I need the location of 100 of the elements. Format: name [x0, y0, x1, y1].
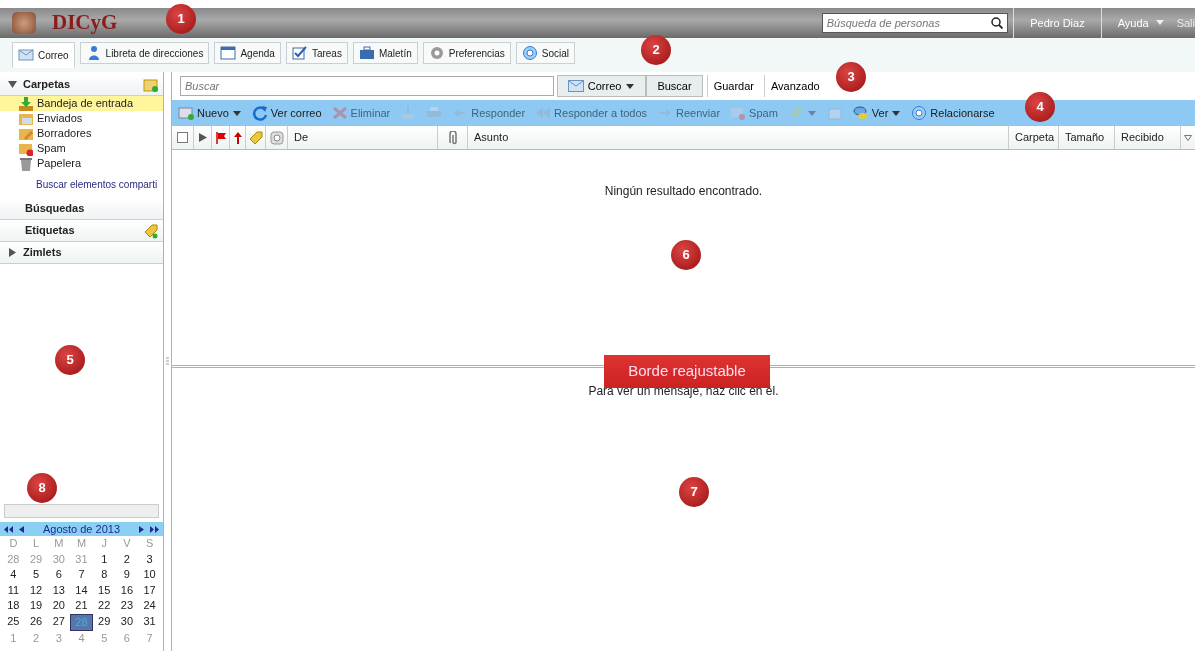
- calendar-day[interactable]: 13: [47, 582, 71, 598]
- calendar-day[interactable]: 9: [115, 567, 139, 583]
- calendar-day[interactable]: 19: [24, 598, 48, 614]
- calendar-day[interactable]: 10: [138, 567, 161, 583]
- search-action-button[interactable]: Avanzado: [764, 75, 826, 97]
- calendar-day[interactable]: 21: [70, 598, 93, 614]
- column-header[interactable]: Recibido: [1115, 126, 1181, 149]
- folder-item[interactable]: Papelera: [0, 156, 163, 171]
- tab[interactable]: Tareas: [285, 42, 348, 64]
- search-icon[interactable]: [990, 17, 1003, 29]
- tab[interactable]: Agenda: [214, 42, 281, 64]
- caret-icon[interactable]: [231, 109, 242, 117]
- attachment-icon[interactable]: [446, 130, 459, 145]
- search-action-button[interactable]: Guardar: [706, 75, 760, 97]
- collapse-arrow-icon[interactable]: [8, 80, 17, 89]
- callout-marker: 7: [679, 477, 709, 507]
- calendar-day[interactable]: 30: [115, 613, 139, 631]
- previous-year-icon[interactable]: [4, 525, 13, 533]
- settings-icon: [428, 45, 445, 61]
- calendar-day[interactable]: 18: [2, 598, 25, 614]
- calendar-day[interactable]: 11: [2, 582, 25, 598]
- priority-arrow-icon[interactable]: [233, 131, 242, 144]
- calendar-day[interactable]: 14: [70, 582, 93, 598]
- calendar-day[interactable]: 15: [92, 582, 116, 598]
- calendar-day[interactable]: 25: [2, 613, 25, 631]
- speech-bubbles-icon: [852, 105, 869, 121]
- calendar-day[interactable]: 22: [92, 598, 116, 614]
- select-all-checkbox[interactable]: [177, 132, 188, 143]
- calendar-day[interactable]: 6: [47, 567, 71, 583]
- calendar-day[interactable]: 2: [115, 551, 139, 567]
- column-header[interactable]: De: [288, 126, 438, 149]
- radio-icon: [521, 45, 538, 61]
- tab[interactable]: Maletín: [352, 42, 418, 64]
- new-message-icon: [178, 105, 194, 121]
- calendar-day[interactable]: 12: [24, 582, 48, 598]
- calendar-day[interactable]: 16: [115, 582, 139, 598]
- search-shared-link[interactable]: Buscar elementos comparti: [0, 171, 158, 198]
- folder-item[interactable]: Borradores: [0, 126, 163, 141]
- tray-icon: [400, 105, 417, 121]
- toolbar-button[interactable]: Nuevo: [178, 104, 242, 122]
- calendar-day[interactable]: 24: [138, 598, 161, 614]
- splitter-grip-icon[interactable]: [166, 356, 169, 367]
- weekday-label: D: [8, 536, 19, 551]
- previous-month-icon[interactable]: [18, 525, 24, 533]
- toolbar-button[interactable]: Ver correo: [251, 104, 322, 122]
- calendar-day[interactable]: 17: [138, 582, 161, 598]
- calendar-day[interactable]: 29: [92, 613, 116, 631]
- calendar-day[interactable]: 5: [24, 567, 48, 583]
- calendar-title: Agosto de 2013: [42, 522, 121, 537]
- calendar-day[interactable]: 27: [47, 613, 71, 631]
- toolbar-button[interactable]: Ver: [852, 104, 902, 122]
- tab[interactable]: Libreta de direcciones: [79, 42, 210, 64]
- callout-marker: 3: [836, 62, 866, 92]
- search-field[interactable]: Buscar: [180, 76, 554, 96]
- folder-item[interactable]: Spam: [0, 141, 163, 156]
- checkbox-icon: [291, 45, 308, 61]
- weekday-label: V: [122, 536, 132, 551]
- refresh-icon: [251, 105, 268, 121]
- tab[interactable]: Preferencias: [422, 42, 511, 64]
- tab[interactable]: Social: [515, 42, 576, 64]
- weekday-label: M: [53, 536, 65, 551]
- calendar-day[interactable]: 20: [47, 598, 71, 614]
- expand-arrow-icon[interactable]: [198, 133, 207, 142]
- folder-item[interactable]: Enviados: [0, 111, 163, 126]
- next-year-icon[interactable]: [150, 525, 159, 533]
- calendar-day[interactable]: 23: [115, 598, 139, 614]
- trash-icon: [18, 156, 33, 171]
- calendar-day[interactable]: 1: [92, 551, 116, 567]
- search-button[interactable]: Buscar: [646, 75, 703, 97]
- tag-icon[interactable]: [248, 130, 263, 145]
- calendar-day[interactable]: 31: [138, 613, 161, 631]
- people-search-field[interactable]: Búsqueda de personas: [821, 13, 1008, 33]
- caret-icon[interactable]: [891, 109, 902, 117]
- scope-dropdown[interactable]: Correo: [556, 75, 647, 97]
- calendar-day[interactable]: 26: [24, 613, 48, 631]
- column-header[interactable]: Asunto: [468, 126, 1009, 149]
- calendar-day[interactable]: 7: [70, 567, 93, 583]
- column-header[interactable]: Tamaño: [1059, 126, 1115, 149]
- folder-item[interactable]: Bandeja de entrada: [0, 96, 163, 111]
- logo-text: DICyG: [52, 9, 118, 37]
- tab[interactable]: Correo: [12, 42, 75, 68]
- briefcase-icon: [358, 45, 375, 61]
- calendar-day[interactable]: 4: [2, 567, 25, 583]
- calendar-day[interactable]: 3: [138, 551, 161, 567]
- tag-icon[interactable]: [143, 222, 159, 239]
- callout-marker: 8: [27, 473, 57, 503]
- expand-arrow-icon[interactable]: [8, 248, 17, 257]
- inbox-icon: [18, 96, 33, 111]
- horizontal-scrollbar[interactable]: [4, 504, 159, 518]
- next-month-icon[interactable]: [139, 525, 145, 533]
- column-header[interactable]: Carpeta: [1009, 126, 1059, 149]
- envelope-icon: [567, 80, 584, 92]
- calendar-day[interactable]: 8: [92, 567, 116, 583]
- caret-icon: [625, 82, 636, 90]
- flag-icon[interactable]: [215, 131, 226, 144]
- toolbar-button[interactable]: Relacionarse: [911, 104, 995, 122]
- weekday-label: J: [100, 536, 108, 551]
- folder-icon: [18, 141, 33, 156]
- sort-icon[interactable]: [1184, 134, 1192, 141]
- new-folder-icon[interactable]: [143, 76, 159, 93]
